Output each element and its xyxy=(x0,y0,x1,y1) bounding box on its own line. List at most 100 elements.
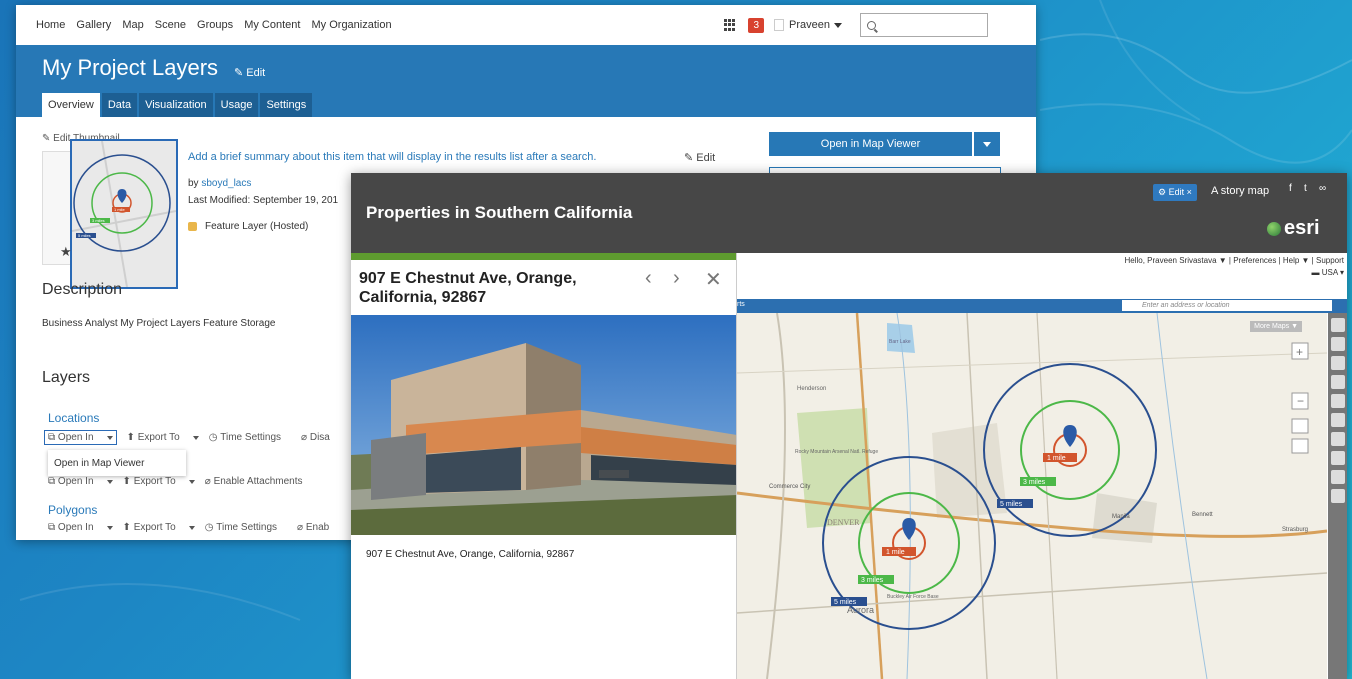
chevron-down-icon xyxy=(983,141,991,147)
edit-summary-button[interactable]: ✎ Edit xyxy=(684,151,715,164)
open-in-label: Open In xyxy=(57,522,94,533)
nav-right: 3 Praveen xyxy=(724,13,1016,37)
notification-badge[interactable]: 3 xyxy=(748,17,765,33)
place-strasburg: Strasburg xyxy=(1282,527,1308,533)
user-menu[interactable]: Praveen xyxy=(774,19,842,31)
tab-settings[interactable]: Settings xyxy=(260,93,313,117)
open-in-menu[interactable]: ⧉ Open In xyxy=(48,476,113,487)
measure-tool-icon[interactable] xyxy=(1331,394,1345,408)
layer-name-locations[interactable]: Locations xyxy=(48,411,99,425)
export-to-menu[interactable]: ⬆ Export To xyxy=(123,522,195,533)
search-input[interactable] xyxy=(860,13,988,37)
dropdown-open-in-map-viewer[interactable]: Open in Map Viewer xyxy=(54,458,144,469)
edit-story-button[interactable]: ⚙ Edit × xyxy=(1153,184,1197,201)
layers-tool-icon[interactable] xyxy=(1331,470,1345,484)
open-in-map-viewer-button[interactable]: Open in Map Viewer xyxy=(769,132,972,156)
time-settings-button[interactable]: ◷ Time Settings xyxy=(205,522,287,533)
layer-name-polygons[interactable]: Polygons xyxy=(48,503,97,517)
thumb-ring-3-label: 3 miles xyxy=(92,218,105,223)
map-tool-rail xyxy=(1328,313,1347,679)
disable-button[interactable]: ⌀ Disa xyxy=(301,432,340,443)
open-options-dropdown[interactable] xyxy=(974,132,1000,156)
tab-visualization[interactable]: Visualization xyxy=(139,93,213,117)
chevron-down-icon xyxy=(106,435,113,440)
place-rocky-mountain: Rocky Mountain Arsenal Natl. Refuge xyxy=(795,449,878,455)
nav-my-content[interactable]: My Content xyxy=(244,19,300,31)
nav-home[interactable]: Home xyxy=(36,19,65,31)
open-in-dropdown: Open in Map Viewer xyxy=(48,450,186,476)
bao-header: Hello, Praveen Srivastava ▼ | Preference… xyxy=(1125,255,1345,279)
thumbnail-map: 1 mile 3 miles 5 miles xyxy=(72,141,176,287)
esri-logo[interactable]: esri xyxy=(1267,217,1320,240)
favorite-star-icon[interactable]: ★ xyxy=(60,244,72,260)
layer-tools-2: ⧉ Open In ⬆ Export To ⌀ Enable Attachmen… xyxy=(48,476,323,487)
place-aurora: Aurora xyxy=(847,605,874,615)
story-credit[interactable]: A story map xyxy=(1211,185,1269,197)
map-canvas[interactable]: 1 mile 3 miles 5 miles 1 mile 3 miles 5 … xyxy=(737,313,1327,679)
facebook-icon[interactable]: f xyxy=(1289,184,1299,194)
thumbnail-image[interactable]: 1 mile 3 miles 5 miles xyxy=(70,139,178,289)
svg-text:+: + xyxy=(1296,345,1303,359)
pan-tool-icon[interactable] xyxy=(1331,337,1345,351)
address-search-placeholder: Enter an address or location xyxy=(1142,302,1230,309)
ring-3-label: 3 miles xyxy=(1023,479,1046,486)
address-search-input[interactable]: Enter an address or location xyxy=(1122,300,1332,311)
user-name: Praveen xyxy=(789,19,830,31)
next-icon[interactable]: › xyxy=(673,267,680,290)
time-settings-button[interactable]: ◷ Time Settings xyxy=(209,432,291,443)
nav-gallery[interactable]: Gallery xyxy=(76,19,111,31)
nav-scene[interactable]: Scene xyxy=(155,19,186,31)
twitter-icon[interactable]: t xyxy=(1304,184,1314,194)
enable-attachments-button[interactable]: ⌀ Enable Attachments xyxy=(205,476,313,487)
nav-map[interactable]: Map xyxy=(122,19,143,31)
tab-overview[interactable]: Overview xyxy=(42,93,100,117)
nav-links: Home Gallery Map Scene Groups My Content… xyxy=(36,19,400,31)
export-to-menu[interactable]: ⬆ Export To xyxy=(127,432,199,443)
enable-button[interactable]: ⌀ Enab xyxy=(297,522,339,533)
edit-title-button[interactable]: ✎ Edit xyxy=(234,66,265,79)
property-photo[interactable] xyxy=(351,315,737,535)
zoom-out-tool-icon[interactable] xyxy=(1331,375,1345,389)
export-to-label: Export To xyxy=(133,476,176,487)
close-icon[interactable]: ✕ xyxy=(705,267,722,292)
pin-tool-icon[interactable] xyxy=(1331,318,1345,332)
toolbar-label: rts xyxy=(737,301,745,308)
place-manila: Manila xyxy=(1112,514,1130,520)
social-links: f t ∞ xyxy=(1284,184,1329,194)
page-title: My Project Layers xyxy=(42,55,219,80)
nav-groups[interactable]: Groups xyxy=(197,19,233,31)
panel-title: 907 E Chestnut Ave, Orange, California, … xyxy=(359,270,577,306)
thumb-ring-5-label: 5 miles xyxy=(78,233,91,238)
summary-prompt-link[interactable]: Add a brief summary about this item that… xyxy=(188,151,596,163)
previous-icon[interactable]: ‹ xyxy=(645,267,652,290)
home-button[interactable] xyxy=(1291,418,1309,434)
story-map-window: Properties in Southern California ⚙ Edit… xyxy=(351,173,1347,679)
open-in-menu[interactable]: ⧉ Open In xyxy=(44,430,117,445)
tab-data[interactable]: Data xyxy=(101,93,138,117)
more-maps-button[interactable]: More Maps ▼ xyxy=(1250,321,1302,332)
feature-layer-icon xyxy=(188,222,197,231)
owner-link[interactable]: sboyd_lacs xyxy=(201,178,251,189)
select-tool-icon[interactable] xyxy=(1331,413,1345,427)
zoom-in-tool-icon[interactable] xyxy=(1331,356,1345,370)
owner-prefix: by xyxy=(188,178,202,189)
legend-tool-icon[interactable] xyxy=(1331,489,1345,503)
export-to-menu[interactable]: ⬆ Export To xyxy=(123,476,195,487)
layer-tools-polygons: ⧉ Open In ⬆ Export To ◷ Time Settings ⌀ … xyxy=(48,522,349,533)
story-header: Properties in Southern California ⚙ Edit… xyxy=(351,173,1347,253)
nav-my-organization[interactable]: My Organization xyxy=(312,19,392,31)
print-tool-icon[interactable] xyxy=(1331,451,1345,465)
refuge-area xyxy=(797,408,872,528)
item-banner: My Project Layers ✎ Edit Overview Data V… xyxy=(16,45,1036,117)
edit-summary-label: Edit xyxy=(696,152,716,164)
open-in-menu[interactable]: ⧉ Open In xyxy=(48,522,113,533)
clear-tool-icon[interactable] xyxy=(1331,432,1345,446)
svg-text:−: − xyxy=(1297,394,1304,408)
link-icon[interactable]: ∞ xyxy=(1319,184,1329,194)
locate-button[interactable] xyxy=(1291,438,1309,454)
edit-title-label: Edit xyxy=(246,67,266,79)
tab-usage[interactable]: Usage xyxy=(214,93,259,117)
photo-caption: 907 E Chestnut Ave, Orange, California, … xyxy=(366,549,575,560)
apps-grid-icon[interactable] xyxy=(724,19,736,31)
country-selector[interactable]: ▬ USA ▾ xyxy=(1125,267,1345,279)
